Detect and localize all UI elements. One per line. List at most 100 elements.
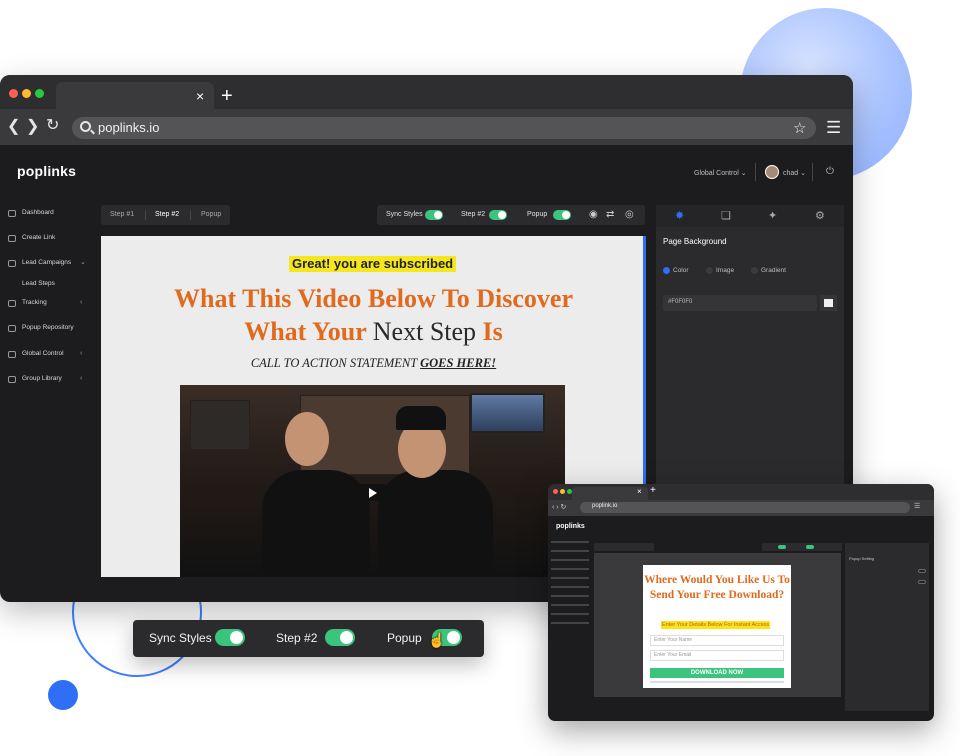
style-tab-icon[interactable]: ✸ [675, 209, 684, 222]
header-divider [755, 163, 756, 181]
preview-panel-title: Popup Setting [849, 556, 875, 561]
close-tab-icon[interactable]: × [196, 88, 204, 104]
radio-color[interactable] [663, 267, 670, 274]
sidebar-item-label: Dashboard [22, 209, 54, 216]
forward-icon[interactable]: ❯ [26, 118, 39, 136]
play-icon[interactable] [358, 484, 386, 501]
gear-icon[interactable]: ⚙ [815, 209, 825, 222]
user-name: chad [783, 170, 799, 177]
popup-footer-text [650, 681, 784, 683]
step-toggle-large[interactable] [325, 629, 355, 646]
headline-part-dark: Next Step [372, 317, 477, 346]
popup-toggle-label: Popup [527, 211, 548, 218]
sidebar-item-create-link[interactable]: Create Link [8, 233, 55, 243]
video-background-painting [470, 393, 545, 433]
cta-link[interactable]: GOES HERE! [420, 356, 496, 370]
url-text[interactable]: poplinks.io [98, 120, 159, 136]
preview-panel-toggle [918, 569, 926, 573]
step-toggle[interactable] [489, 210, 507, 220]
video-cap [396, 406, 446, 430]
chevron-left-icon: ‹ [80, 350, 83, 357]
headline-line-2: What Your Next Step Is [101, 316, 646, 348]
layers-tab-icon[interactable]: ❏ [721, 209, 731, 222]
sidebar-item-lead-steps[interactable]: Lead Steps [22, 279, 55, 289]
radio-image[interactable] [706, 267, 713, 274]
sidebar-item-popup-repository[interactable]: Popup Repository [8, 323, 74, 333]
reload-icon[interactable]: ↻ [46, 117, 59, 135]
sidebar-item-label: Popup Repository [22, 324, 74, 331]
tab-step-1[interactable]: Step #1 [110, 211, 134, 218]
tab-popup[interactable]: Popup [201, 211, 221, 218]
sidebar-item-label: Group Library [22, 375, 62, 382]
color-swatch[interactable] [824, 299, 833, 307]
window-close-dot[interactable] [9, 89, 18, 98]
hex-color-value[interactable]: #F0F0F0 [668, 299, 692, 305]
sync-styles-toggle[interactable] [425, 210, 443, 220]
preview-close-tab-icon: × [637, 487, 642, 496]
browser-tab[interactable] [56, 82, 214, 109]
eye-icon[interactable]: ◎ [625, 209, 634, 220]
preview-nav-icons: ‹ › ↻ [552, 504, 567, 511]
sidebar-item-label: Tracking [22, 299, 47, 306]
avatar[interactable] [765, 165, 779, 179]
sidebar-item-group-library[interactable]: Group Library ‹ [8, 374, 88, 384]
url-field[interactable] [72, 117, 816, 139]
library-icon [8, 375, 16, 383]
popup-title: Where Would You Like Us To Send Your Fre… [644, 574, 790, 601]
sidebar-item-label: Lead Steps [22, 280, 55, 287]
link-icon [8, 234, 16, 242]
global-control-icon [8, 350, 16, 358]
subscribed-badge: Great! you are subscribed [289, 256, 457, 272]
headline-part: What Your [244, 317, 367, 346]
window-maximize-dot[interactable] [35, 89, 44, 98]
popup-icon [8, 324, 16, 332]
radio-color-label[interactable]: Color [673, 267, 689, 274]
video-person-left-head [285, 412, 329, 466]
sidebar-item-global-control[interactable]: Global Control ‹ [8, 349, 88, 359]
preview-step-tabs [594, 543, 654, 551]
back-icon[interactable]: ❮ [7, 118, 20, 136]
download-now-button[interactable]: DOWNLOAD NOW [650, 668, 784, 678]
video-person-left [262, 470, 370, 577]
step-toggle-label: Step #2 [276, 631, 318, 645]
sidebar-item-lead-campaigns[interactable]: Lead Campaigns ⌄ [8, 258, 88, 268]
radio-gradient-label[interactable]: Gradient [761, 267, 786, 274]
preview-url-text: poplink.io [592, 503, 618, 509]
dashboard-icon [8, 209, 16, 217]
browser-menu-icon[interactable]: ☰ [826, 118, 841, 138]
preview-toggle [778, 545, 786, 549]
preview-close-dot [553, 489, 558, 494]
preview-minimize-dot [560, 489, 565, 494]
radio-gradient[interactable] [751, 267, 758, 274]
popup-toggle-label: Popup [387, 631, 422, 645]
window-minimize-dot[interactable] [22, 89, 31, 98]
preview-panel-toggle [918, 580, 926, 584]
chevron-down-icon: ⌄ [80, 259, 86, 266]
palette-icon[interactable]: ◉ [589, 209, 598, 220]
sidebar-item-label: Lead Campaigns [22, 259, 72, 266]
headline-line-1: What This Video Below To Discover [174, 284, 573, 313]
element-tab-icon[interactable]: ✦ [768, 209, 777, 222]
radio-image-label[interactable]: Image [716, 267, 734, 274]
preview-menu-icon: ☰ [914, 503, 921, 510]
chevron-left-icon: ‹ [80, 299, 83, 306]
preview-settings-panel [845, 543, 929, 711]
sync-styles-toggle-large[interactable] [215, 629, 245, 646]
email-field-placeholder: Enter Your Email [654, 652, 692, 658]
new-tab-icon[interactable]: + [221, 86, 233, 106]
bookmark-star-icon[interactable]: ☆ [793, 119, 806, 137]
video-background-frame [190, 400, 250, 450]
shuffle-icon[interactable]: ⇄ [606, 209, 614, 220]
user-menu[interactable]: chad ⌄ [783, 169, 806, 177]
sidebar-item-dashboard[interactable]: Dashboard [8, 208, 54, 218]
sidebar-item-tracking[interactable]: Tracking ‹ [8, 298, 88, 308]
tab-divider [190, 210, 191, 220]
tab-step-2[interactable]: Step #2 [155, 211, 179, 218]
app-logo[interactable]: poplinks [17, 163, 76, 179]
sidebar-item-label: Global Control [22, 350, 64, 357]
global-control-menu[interactable]: Global Control ⌄ [694, 169, 747, 177]
name-field-placeholder: Enter Your Name [654, 637, 693, 643]
power-icon[interactable]: ⏻ [826, 166, 834, 177]
popup-toggle[interactable] [553, 210, 571, 220]
cta-statement: CALL TO ACTION STATEMENT GOES HERE! [101, 356, 646, 371]
